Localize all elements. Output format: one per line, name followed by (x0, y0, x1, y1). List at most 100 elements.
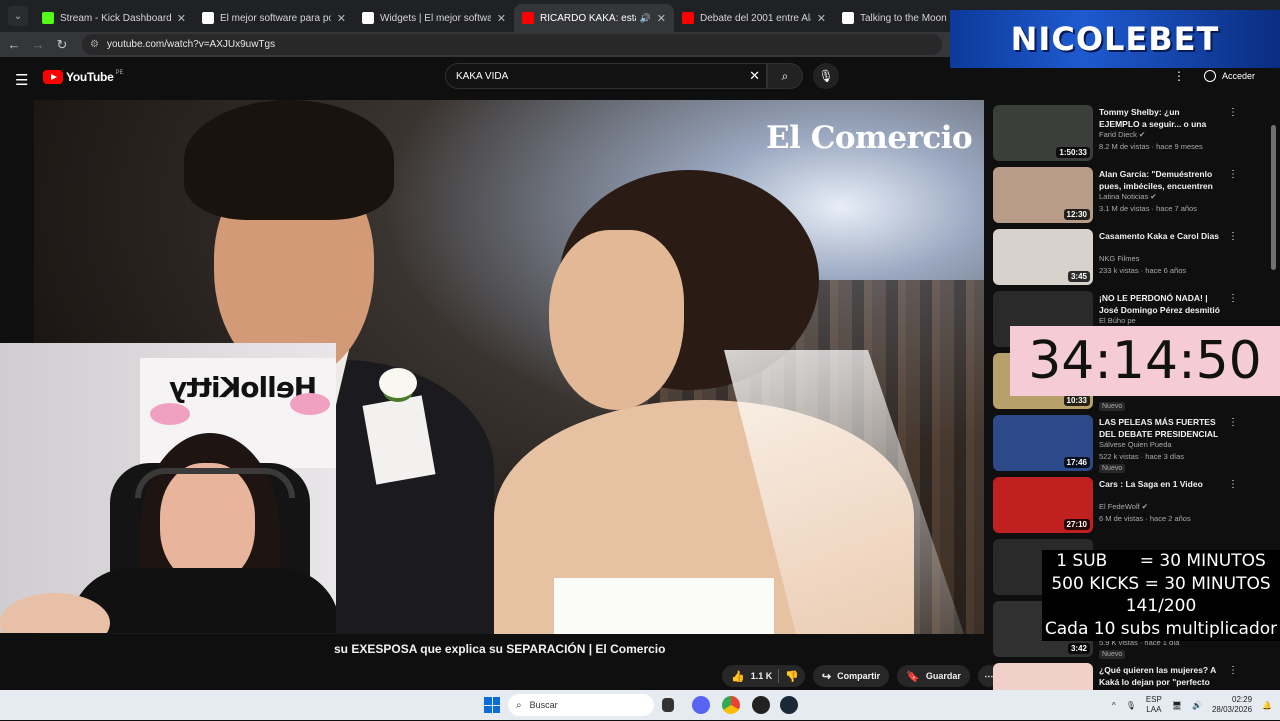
channel-name[interactable]: Farid Dieck ✔ (1099, 130, 1145, 139)
browser-tab[interactable]: El mejor software para potenciar ✕ (194, 4, 354, 32)
kick-icon (42, 12, 54, 24)
voice-search-button[interactable]: 🎙 (813, 63, 839, 89)
duration-badge: 10:33 (1063, 395, 1090, 406)
recommendation-card[interactable]: 12:30 Alan García: "Demuéstrenlo pues, im… (993, 167, 1243, 225)
browser-tab[interactable]: Stream - Kick Dashboard ✕ (34, 4, 194, 32)
rule-line: 1 SUB = 30 MINUTOS (1056, 551, 1266, 571)
obs-icon[interactable] (752, 696, 770, 714)
video-actions: 👍 1.1 K 👎 ↪ Compartir 🔖 Guardar ⋯ (722, 664, 1000, 688)
card-menu-icon[interactable]: ⋮ (1228, 665, 1238, 676)
thumbnail[interactable]: 1:50:33 (993, 105, 1093, 161)
pink-bow-right (290, 393, 330, 415)
sign-in-button[interactable]: Acceder (1198, 65, 1261, 87)
recommendation-card[interactable]: 3:45 Casamento Kaka e Carol Dias NKG Filme… (993, 229, 1243, 287)
thumbnail[interactable]: 27:10 (993, 477, 1093, 533)
like-count[interactable]: 1.1 K (751, 671, 773, 681)
volume-icon[interactable]: 🔊 (1192, 701, 1202, 710)
headphones (135, 468, 295, 498)
taskbar-search-placeholder: Buscar (529, 700, 558, 710)
bride-dress (554, 578, 774, 634)
recommendation-title[interactable]: Alan García: "Demuéstrenlo pues, imbécil… (1099, 168, 1221, 192)
thumbnail[interactable]: 3:45 (993, 229, 1093, 285)
tab-title: Debate del 2001 entre Alan Gar (700, 12, 811, 24)
close-tab-icon[interactable]: ✕ (657, 12, 666, 25)
verified-check-icon: ✔ (1136, 130, 1146, 139)
site-info-icon[interactable]: ⚙ (90, 39, 99, 50)
card-menu-icon[interactable]: ⋮ (1228, 107, 1238, 118)
network-icon[interactable]: 🖥 (1172, 701, 1182, 710)
share-label: Compartir (837, 671, 881, 681)
channel-name[interactable]: Sálvese Quien Pueda (1099, 440, 1172, 449)
card-menu-icon[interactable]: ⋮ (1228, 479, 1238, 490)
verified-check-icon: ✔ (1139, 502, 1149, 511)
tab-audio-icon[interactable]: 🔊 (640, 13, 651, 24)
browser-tab[interactable]: RICARDO KAKÁ: esta fue la 🔊 ✕ (514, 4, 674, 32)
recommendation-title[interactable]: Tommy Shelby: ¿un EJEMPLO a seguir... o … (1099, 106, 1221, 130)
youtube-logo[interactable]: YouTube PE (43, 70, 123, 84)
file-explorer-icon[interactable] (662, 698, 674, 712)
channel-name[interactable]: Latina Noticias ✔ (1099, 192, 1157, 201)
recommendation-card[interactable]: 17:46 LAS PELEAS MÁS FUERTES DEL DEBATE P… (993, 415, 1243, 473)
recommendation-card[interactable]: 27:10 Cars : La Saga en 1 Video El FedeWol… (993, 477, 1243, 535)
card-menu-icon[interactable]: ⋮ (1228, 169, 1238, 180)
microphone-tray-icon[interactable]: 🎙 (1126, 701, 1136, 710)
rule-line: 141/200 (1125, 596, 1197, 616)
recommendation-card[interactable]: 1:50:33 Tommy Shelby: ¿un EJEMPLO a segui… (993, 105, 1243, 163)
tab-search-chevron-icon[interactable]: ⌄ (8, 6, 28, 26)
clock[interactable]: 02:29 28/03/2026 (1212, 695, 1252, 715)
search-value: KAKA VIDA (456, 70, 509, 82)
like-icon[interactable]: 👍 (731, 670, 745, 683)
card-menu-icon[interactable]: ⋮ (1228, 417, 1238, 428)
channel-name[interactable]: El Búho pe (1099, 316, 1136, 325)
sign-in-label: Acceder (1222, 71, 1256, 81)
search-button[interactable]: ⌕ (767, 63, 803, 89)
language-indicator[interactable]: ESP LAA (1146, 695, 1162, 715)
tray-chevron-icon[interactable]: ^ (1112, 701, 1116, 710)
menu-icon[interactable]: ☰ (15, 71, 28, 89)
duration-badge: 27:10 (1063, 519, 1090, 530)
clock-time: 02:29 (1232, 695, 1253, 704)
notification-icon[interactable]: 🔔 (1262, 701, 1272, 710)
recommendation-title[interactable]: Casamento Kaka e Carol Dias (1099, 230, 1221, 242)
close-tab-icon[interactable]: ✕ (817, 12, 826, 25)
dislike-icon[interactable]: 👎 (785, 670, 799, 683)
channel-name[interactable]: El FedeWolf ✔ (1099, 502, 1148, 511)
recommendation-title[interactable]: Cars : La Saga en 1 Video (1099, 478, 1221, 490)
search-input[interactable]: KAKA VIDA ✕ (445, 63, 767, 89)
tiktok-icon (842, 12, 854, 24)
windows-taskbar: ⌕ Buscar ^ 🎙 ESP LAA 🖥 🔊 02:29 28/03/202… (0, 690, 1280, 720)
pink-bow-left (150, 403, 190, 425)
close-tab-icon[interactable]: ✕ (177, 12, 186, 25)
share-arrow-icon: ↪ (821, 670, 832, 683)
clear-search-icon[interactable]: ✕ (749, 68, 760, 84)
save-button[interactable]: 🔖 Guardar (897, 665, 970, 687)
close-tab-icon[interactable]: ✕ (497, 12, 506, 25)
channel-name[interactable]: NKG Filmes (1099, 254, 1139, 263)
url-field[interactable]: ⚙ youtube.com/watch?v=AXJUx9uwTgs (82, 34, 942, 55)
discord-icon[interactable] (692, 696, 710, 714)
share-button[interactable]: ↪ Compartir (812, 665, 890, 687)
windows-start-icon[interactable] (484, 697, 500, 713)
settings-kebab-icon[interactable]: ⋮ (1173, 69, 1185, 83)
thumbnail[interactable]: 17:46 (993, 415, 1093, 471)
forward-arrow-icon[interactable]: → (28, 37, 48, 52)
browser-tab[interactable]: Debate del 2001 entre Alan Gar ✕ (674, 4, 834, 32)
recommendation-title[interactable]: ¿Qué quieren las mujeres? A Kaká lo deja… (1099, 664, 1221, 688)
thumbnail[interactable]: 12:30 (993, 167, 1093, 223)
close-tab-icon[interactable]: ✕ (337, 12, 346, 25)
taskbar-search[interactable]: ⌕ Buscar (508, 694, 654, 716)
card-menu-icon[interactable]: ⋮ (1228, 231, 1238, 242)
recommendation-title[interactable]: LAS PELEAS MÁS FUERTES DEL DEBATE PRESID… (1099, 416, 1221, 440)
chrome-icon[interactable] (722, 696, 740, 714)
page-scrollbar[interactable] (1271, 125, 1276, 270)
card-menu-icon[interactable]: ⋮ (1228, 293, 1238, 304)
browser-tab[interactable]: Widgets | El mejor software para ✕ (354, 4, 514, 32)
recommendation-title[interactable]: ¡NO LE PERDONÓ NADA! | José Domingo Pére… (1099, 292, 1221, 316)
steam-icon[interactable] (780, 696, 798, 714)
clock-date: 28/03/2026 (1211, 705, 1253, 714)
divider (778, 669, 780, 683)
view-meta: 3.1 M de vistas · hace 7 años (1099, 204, 1197, 213)
video-title: su EXESPOSA que explica su SEPARACIÓN | … (334, 642, 666, 656)
back-arrow-icon[interactable]: ← (4, 37, 24, 52)
reload-icon[interactable]: ↻ (52, 37, 72, 53)
